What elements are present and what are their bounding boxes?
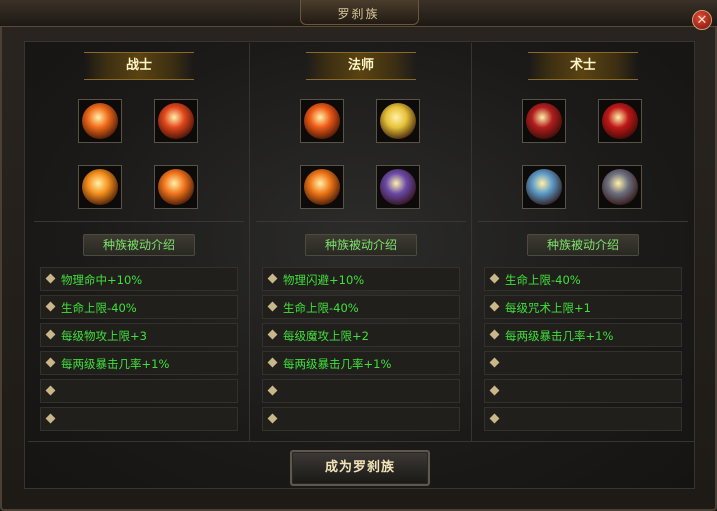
stat-row: [40, 407, 238, 431]
stat-row: [40, 379, 238, 403]
skill-slot[interactable]: [598, 165, 642, 209]
diamond-bullet-icon: [489, 329, 500, 340]
skill-slot[interactable]: [78, 99, 122, 143]
diamond-bullet-icon: [45, 357, 56, 368]
stat-text: 生命上限-40%: [283, 301, 359, 315]
diamond-bullet-icon: [45, 329, 56, 340]
dark-spirit-icon: [380, 169, 416, 205]
passive-intro-button[interactable]: 种族被动介绍: [305, 234, 417, 256]
close-icon[interactable]: ✕: [692, 10, 712, 30]
stat-text: 每两级暴击几率+1%: [505, 329, 614, 343]
slash-fire-icon: [82, 103, 118, 139]
passive-intro-button[interactable]: 种族被动介绍: [527, 234, 639, 256]
diamond-bullet-icon: [45, 385, 56, 396]
diamond-bullet-icon: [267, 357, 278, 368]
stat-text: 生命上限-40%: [61, 301, 137, 315]
stat-row: [262, 407, 460, 431]
diamond-bullet-icon: [45, 273, 56, 284]
skill-slot[interactable]: [376, 99, 420, 143]
divider: [256, 221, 466, 222]
class-name: 法师: [347, 58, 374, 73]
stat-row: 每级物攻上限+3: [40, 323, 238, 347]
diamond-bullet-icon: [489, 301, 500, 312]
class-header: 法师: [306, 52, 416, 80]
skill-slot[interactable]: [300, 165, 344, 209]
blood-claw-icon: [526, 103, 562, 139]
class-name: 术士: [569, 58, 596, 73]
skill-slot[interactable]: [598, 99, 642, 143]
diamond-bullet-icon: [489, 357, 500, 368]
stat-row: [484, 379, 682, 403]
fire-burst-icon: [158, 169, 194, 205]
class-column: 法师种族被动介绍物理闪避+10% 生命上限-40% 每级魔攻上限+2 每两级暴击几率+…: [250, 43, 472, 441]
ice-blade-icon: [526, 169, 562, 205]
stat-row: [484, 407, 682, 431]
stat-row: 每两级暴击几率+1%: [262, 351, 460, 375]
stat-row: 生命上限-40%: [484, 267, 682, 291]
skill-slot[interactable]: [522, 165, 566, 209]
class-column: 战士种族被动介绍物理命中+10% 生命上限-40% 每级物攻上限+3 每两级暴击几率+…: [28, 43, 250, 441]
stat-text: 每级咒术上限+1: [505, 301, 591, 315]
diamond-bullet-icon: [267, 385, 278, 396]
become-race-label: 成为罗刹族: [324, 460, 395, 475]
diamond-bullet-icon: [267, 329, 278, 340]
diamond-bullet-icon: [267, 301, 278, 312]
stat-row: [262, 379, 460, 403]
class-header: 战士: [84, 52, 194, 80]
skill-slot[interactable]: [300, 99, 344, 143]
become-race-button[interactable]: 成为罗刹族: [290, 450, 430, 486]
skill-slot[interactable]: [154, 99, 198, 143]
stat-row: 生命上限-40%: [262, 295, 460, 319]
skill-slot[interactable]: [522, 99, 566, 143]
stat-text: 每级魔攻上限+2: [283, 329, 369, 343]
stat-text: 生命上限-40%: [505, 273, 581, 287]
stat-row: 每两级暴击几率+1%: [40, 351, 238, 375]
passive-intro-button[interactable]: 种族被动介绍: [83, 234, 195, 256]
diamond-bullet-icon: [489, 413, 500, 424]
class-header: 术士: [528, 52, 638, 80]
skill-slot[interactable]: [78, 165, 122, 209]
fire-tornado-icon: [82, 169, 118, 205]
skill-slot[interactable]: [154, 165, 198, 209]
stat-row: [484, 351, 682, 375]
demon-face-icon: [602, 103, 638, 139]
diamond-bullet-icon: [489, 385, 500, 396]
stat-row: 生命上限-40%: [40, 295, 238, 319]
window-title: 罗刹族: [337, 7, 380, 21]
fire-vortex-icon: [304, 103, 340, 139]
stat-row: 每两级暴击几率+1%: [484, 323, 682, 347]
diamond-bullet-icon: [45, 413, 56, 424]
stat-row: 物理命中+10%: [40, 267, 238, 291]
stat-text: 每级物攻上限+3: [61, 329, 147, 343]
shadow-cloak-icon: [602, 169, 638, 205]
stat-text: 每两级暴击几率+1%: [283, 357, 392, 371]
divider: [34, 221, 244, 222]
stat-row: 物理闪避+10%: [262, 267, 460, 291]
diamond-bullet-icon: [267, 413, 278, 424]
class-column: 术士种族被动介绍生命上限-40% 每级咒术上限+1 每两级暴击几率+1%: [472, 43, 694, 441]
diamond-bullet-icon: [267, 273, 278, 284]
skill-slot[interactable]: [376, 165, 420, 209]
fire-wall-icon: [304, 169, 340, 205]
class-name: 战士: [125, 58, 152, 73]
divider: [478, 221, 688, 222]
diamond-bullet-icon: [489, 273, 500, 284]
stat-text: 物理闪避+10%: [283, 273, 365, 287]
stat-text: 物理命中+10%: [61, 273, 143, 287]
diamond-bullet-icon: [45, 301, 56, 312]
stat-text: 每两级暴击几率+1%: [61, 357, 170, 371]
flame-swirl-icon: [158, 103, 194, 139]
stat-row: 每级魔攻上限+2: [262, 323, 460, 347]
holy-shield-icon: [380, 103, 416, 139]
stat-row: 每级咒术上限+1: [484, 295, 682, 319]
